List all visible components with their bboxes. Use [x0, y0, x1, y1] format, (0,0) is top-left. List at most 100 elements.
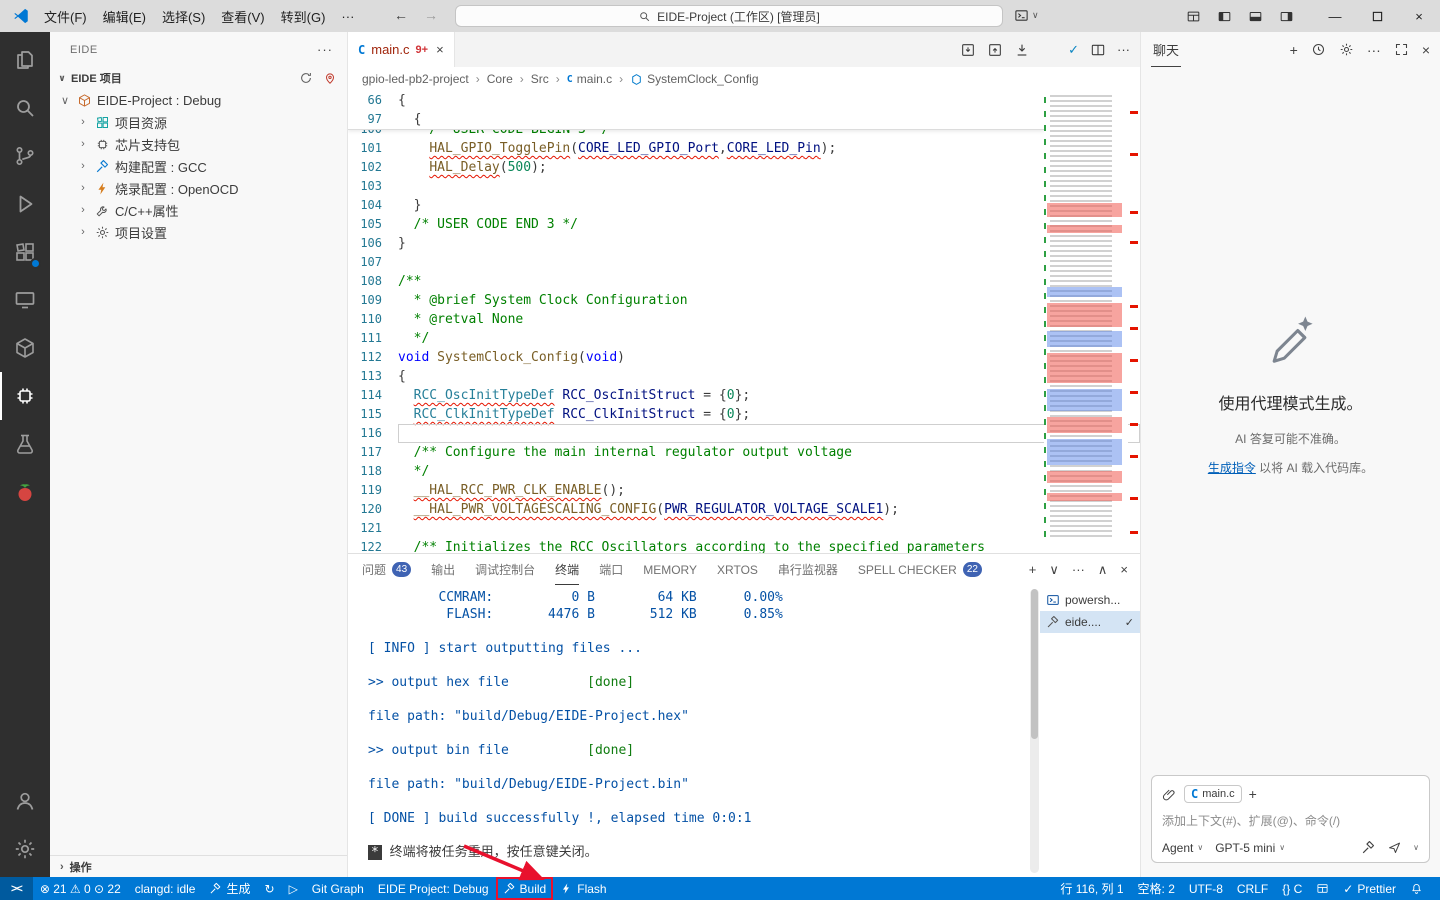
status-eide-build[interactable]: Build	[496, 877, 554, 900]
eide-upload-icon[interactable]	[987, 42, 1003, 58]
code-line[interactable]: 66{	[348, 91, 1044, 110]
tree-item[interactable]: ›项目资源	[50, 111, 347, 133]
toggle-panel-icon[interactable]	[1242, 0, 1269, 32]
model-dropdown[interactable]: GPT-5 mini∨	[1215, 841, 1285, 855]
code-line[interactable]: 116	[348, 424, 1140, 443]
breadcrumb-item[interactable]: Src	[531, 72, 549, 86]
status-git-graph[interactable]: Git Graph	[305, 877, 371, 900]
activity-accounts[interactable]	[0, 777, 50, 825]
overview-ruler[interactable]	[1128, 91, 1140, 553]
menu-overflow-icon[interactable]: ···	[333, 5, 362, 28]
agent-mode-dropdown[interactable]: Agent∨	[1162, 841, 1203, 855]
chat-settings-icon[interactable]	[1339, 42, 1354, 57]
status-language-mode[interactable]: {} C	[1275, 877, 1309, 900]
close-panel-icon[interactable]: ×	[1120, 562, 1128, 577]
launch-profile-button[interactable]: ∨	[1014, 8, 1039, 23]
code-line[interactable]: 114 RCC_OscInitTypeDef RCC_OscInitStruct…	[348, 386, 1140, 405]
activity-source-control[interactable]	[0, 132, 50, 180]
tree-item[interactable]: ›烧录配置 : OpenOCD	[50, 177, 347, 199]
tree-item[interactable]: ›芯片支持包	[50, 133, 347, 155]
tab-close-icon[interactable]: ×	[436, 42, 444, 57]
code-line[interactable]: 112void SystemClock_Config(void)	[348, 348, 1140, 367]
status-eide-flash[interactable]: Flash	[553, 877, 613, 900]
eide-build-icon[interactable]	[960, 42, 976, 58]
new-chat-icon[interactable]: +	[1290, 42, 1298, 58]
status-task-refresh[interactable]: ↻	[258, 877, 282, 900]
minimap[interactable]	[1044, 91, 1128, 553]
history-icon[interactable]	[1311, 42, 1326, 57]
code-line[interactable]: 110 * @retval None	[348, 310, 1140, 329]
chat-more-icon[interactable]: ···	[1367, 42, 1381, 58]
chat-expand-icon[interactable]	[1394, 42, 1409, 57]
terminal-profile-chevron[interactable]: ∨	[1049, 562, 1059, 578]
code-line[interactable]: 121	[348, 519, 1140, 538]
panel-more-icon[interactable]: ···	[1072, 562, 1085, 577]
status-prettier[interactable]: ✓Prettier	[1336, 877, 1403, 900]
status-cursor-position[interactable]: 行 116, 列 1	[1053, 877, 1130, 900]
context-chip[interactable]: C main.c	[1184, 785, 1242, 803]
pin-icon[interactable]	[323, 71, 337, 85]
tab-main-c[interactable]: C main.c 9+ ×	[348, 32, 455, 67]
status-eide-project-mode[interactable]: EIDE Project: Debug	[371, 877, 496, 900]
forward-button[interactable]: →	[424, 7, 438, 23]
status-clangd-status[interactable]: clangd: idle	[128, 877, 203, 900]
refresh-icon[interactable]	[299, 71, 313, 85]
activity-explorer[interactable]	[0, 36, 50, 84]
status-notifications[interactable]	[1403, 877, 1430, 900]
breadcrumb-item[interactable]: Core	[487, 72, 513, 86]
breadcrumb-item[interactable]: SystemClock_Config	[630, 72, 758, 86]
code-line[interactable]: 111 */	[348, 329, 1140, 348]
minimize-button[interactable]: —	[1314, 0, 1356, 32]
panel-tab-终端[interactable]: 终端	[555, 554, 579, 585]
breadcrumb-item[interactable]: Cmain.c	[567, 72, 612, 86]
add-context-icon[interactable]: +	[1249, 786, 1257, 802]
tree-item[interactable]: ›构建配置 : GCC	[50, 155, 347, 177]
terminal-scrollbar[interactable]	[1030, 589, 1039, 873]
panel-tab-串行监视器[interactable]: 串行监视器	[778, 554, 838, 585]
send-options-chevron[interactable]: ∨	[1413, 843, 1419, 852]
menu-item[interactable]: 查看(V)	[213, 3, 272, 30]
code-line[interactable]: 105 /* USER CODE END 3 */	[348, 215, 1140, 234]
terminal-output[interactable]: CCMRAM: 0 B 64 KB 0.00% FLASH: 4476 B 51…	[348, 585, 1040, 877]
chat-input[interactable]: C main.c + 添加上下文(#)、扩展(@)、命令(/) Agent∨ G…	[1151, 775, 1430, 863]
code-line[interactable]: 118 */	[348, 462, 1140, 481]
code-line[interactable]: 101 HAL_GPIO_TogglePin(CORE_LED_GPIO_Por…	[348, 139, 1140, 158]
tools-icon[interactable]	[1361, 840, 1376, 855]
panel-tab-输出[interactable]: 输出	[431, 554, 455, 585]
customize-layout-icon[interactable]	[1180, 0, 1207, 32]
status-task-run[interactable]: ▷	[282, 877, 305, 900]
status-encoding[interactable]: UTF-8	[1182, 877, 1230, 900]
activity-search[interactable]	[0, 84, 50, 132]
activity-extensions[interactable]	[0, 228, 50, 276]
new-terminal-icon[interactable]: +	[1029, 562, 1037, 577]
eide-project-section-header[interactable]: ∨ EIDE 项目	[50, 67, 347, 89]
close-button[interactable]: ×	[1398, 0, 1440, 32]
tree-item[interactable]: ›C/C++属性	[50, 199, 347, 221]
code-line[interactable]: 122 /** Initializes the RCC Oscillators …	[348, 538, 1140, 553]
terminal-list-item[interactable]: powersh...	[1040, 589, 1140, 611]
toggle-secondary-sidebar-icon[interactable]	[1273, 0, 1300, 32]
status-problems[interactable]: ⊗ 21 ⚠ 0 ⊙ 22	[33, 877, 128, 900]
tree-item[interactable]: ›项目设置	[50, 221, 347, 243]
code-line[interactable]: 102 HAL_Delay(500);	[348, 158, 1140, 177]
chat-close-icon[interactable]: ×	[1422, 42, 1430, 58]
menu-item[interactable]: 转到(G)	[273, 3, 334, 30]
panel-tab-MEMORY[interactable]: MEMORY	[643, 554, 697, 585]
search-box[interactable]: EIDE-Project (工作区) [管理员]	[455, 5, 1003, 27]
more-actions-icon[interactable]: ···	[1117, 42, 1130, 57]
code-line[interactable]: 120 __HAL_PWR_VOLTAGESCALING_CONFIG(PWR_…	[348, 500, 1140, 519]
code-line[interactable]: 103	[348, 177, 1140, 196]
code-line[interactable]: 108/**	[348, 272, 1140, 291]
attach-icon[interactable]	[1162, 787, 1177, 802]
code-line[interactable]: 109 * @brief System Clock Configuration	[348, 291, 1140, 310]
activity-testing[interactable]	[0, 420, 50, 468]
activity-settings[interactable]	[0, 825, 50, 873]
code-line[interactable]: 119 __HAL_RCC_PWR_CLK_ENABLE();	[348, 481, 1140, 500]
download-icon[interactable]	[1014, 42, 1030, 58]
code-editor[interactable]: 100 /* USER CODE BEGIN 3 */101 HAL_GPIO_…	[348, 91, 1140, 553]
generate-instructions-link[interactable]: 生成指令	[1208, 461, 1256, 475]
code-line[interactable]: 115 RCC_ClkInitTypeDef RCC_ClkInitStruct…	[348, 405, 1140, 424]
status-indentation[interactable]: 空格: 2	[1131, 877, 1182, 900]
send-icon[interactable]	[1387, 840, 1402, 855]
menu-item[interactable]: 选择(S)	[154, 3, 213, 30]
